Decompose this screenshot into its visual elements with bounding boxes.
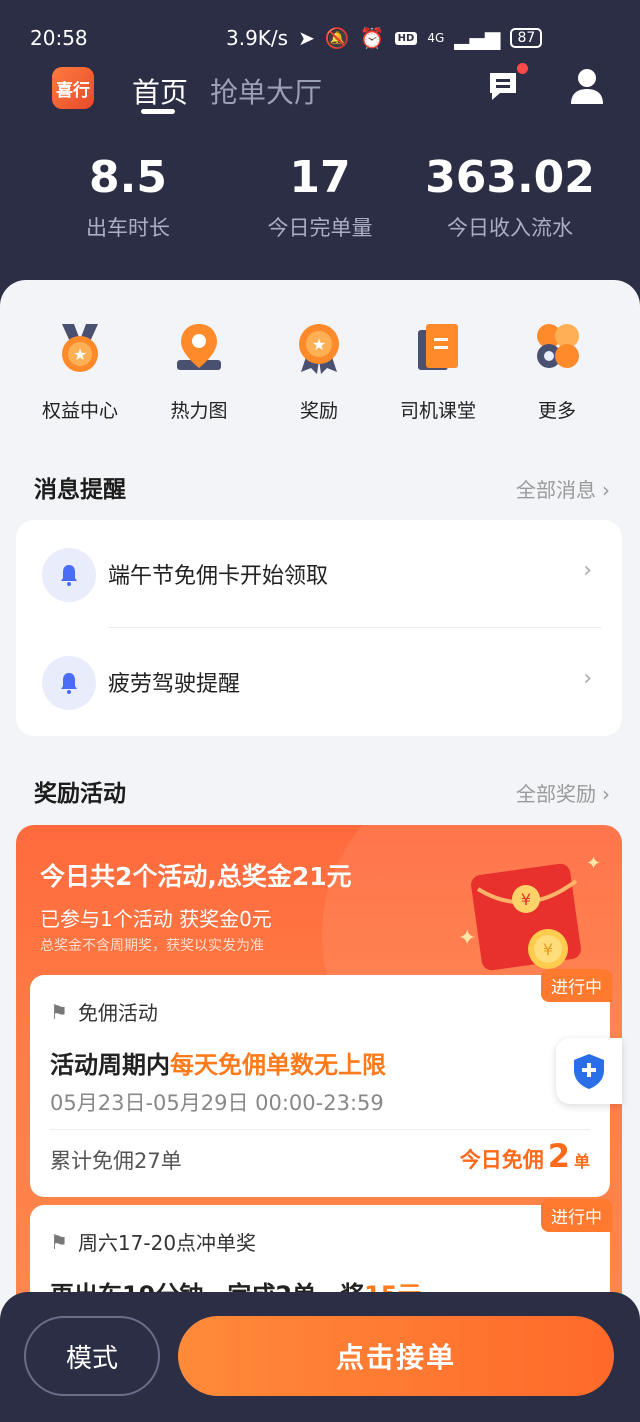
- all-messages-label: 全部消息: [516, 478, 596, 502]
- stat-value: 17: [289, 152, 351, 203]
- rewards-section-title: 奖励活动: [34, 781, 126, 807]
- signal-icon: ▂▄▆: [454, 26, 501, 50]
- location-icon: ➤: [298, 26, 315, 50]
- bottom-action-bar: 模式 点击接单: [0, 1292, 640, 1422]
- tab-active-indicator: [141, 109, 175, 114]
- svg-text:✦: ✦: [586, 853, 601, 874]
- status-badge: 进行中: [541, 969, 612, 1002]
- message-unread-dot: [517, 63, 528, 74]
- message-item[interactable]: 端午节免佣卡开始领取 ›: [16, 520, 622, 628]
- status-bar: 20:58 3.9K/s ➤ 🔕 ⏰ HD 4G ▂▄▆ 87: [0, 0, 640, 70]
- menu-benefits-center[interactable]: ★ 权益中心: [20, 320, 140, 423]
- quick-menu: ★ 权益中心 热力图 ★ 奖励 司机课堂 更多: [0, 320, 640, 430]
- activity-card-commission-free[interactable]: 进行中 ⚑ 免佣活动 活动周期内每天免佣单数无上限 05月23日-05月29日 …: [30, 969, 612, 1197]
- all-rewards-label: 全部奖励: [516, 782, 596, 806]
- stat-driving-hours[interactable]: 8.5 出车时长: [28, 150, 228, 242]
- tab-order-hall[interactable]: 抢单大厅: [210, 71, 322, 111]
- menu-heatmap[interactable]: 热力图: [139, 320, 259, 423]
- divider: [50, 1129, 590, 1130]
- menu-label: 权益中心: [41, 400, 118, 422]
- flag-icon: ⚑: [50, 999, 68, 1024]
- flag-icon: ⚑: [50, 1229, 68, 1254]
- activity-total: 累计免佣27单: [50, 1149, 182, 1173]
- rewards-note: 总奖金不含周期奖，获奖以实发为准: [40, 938, 264, 954]
- network-type: 4G: [427, 31, 445, 45]
- menu-label: 奖励: [299, 400, 338, 422]
- battery-icon: 87: [510, 28, 543, 48]
- stat-completed-orders[interactable]: 17 今日完单量: [220, 150, 420, 242]
- stat-label: 今日收入流水: [447, 216, 573, 240]
- svg-text:¥: ¥: [521, 890, 531, 909]
- menu-driver-class[interactable]: 司机课堂: [378, 320, 498, 423]
- red-envelope-icon: ¥ ¥ ✦ ✦: [458, 853, 601, 971]
- svg-text:✦: ✦: [458, 926, 476, 951]
- all-messages-link[interactable]: 全部消息 ›: [516, 474, 610, 503]
- status-time: 20:58: [30, 26, 88, 50]
- today-prefix: 今日免佣: [459, 1148, 544, 1172]
- more-icon: [537, 324, 579, 368]
- menu-label: 司机课堂: [399, 400, 476, 422]
- app-header: 喜行 首页 抢单大厅: [0, 63, 640, 125]
- menu-label: 更多: [537, 400, 576, 422]
- award-icon: ★: [299, 324, 339, 374]
- app-logo: 喜行: [52, 67, 94, 109]
- mute-icon: 🔕: [324, 26, 350, 50]
- shield-icon: [574, 1054, 604, 1089]
- stat-label: 今日完单量: [267, 216, 373, 240]
- tab-home[interactable]: 首页: [132, 71, 188, 111]
- activity-date: 05月23日-05月29日 00:00-23:59: [50, 1091, 384, 1115]
- message-icon[interactable]: [486, 69, 520, 103]
- alarm-icon: ⏰: [359, 26, 385, 50]
- chevron-right-icon: ›: [602, 782, 610, 806]
- messages-section-title: 消息提醒: [34, 477, 126, 503]
- stat-value: 363.02: [425, 152, 595, 203]
- activity-description: 活动周期内每天免佣单数无上限: [50, 1045, 386, 1080]
- activity-desc-prefix: 活动周期内: [50, 1051, 170, 1079]
- activity-today: 今日免佣 2 单: [460, 1137, 590, 1175]
- message-text: 端午节免佣卡开始领取: [108, 564, 329, 589]
- svg-text:★: ★: [312, 335, 326, 354]
- safety-shield-button[interactable]: [556, 1038, 622, 1104]
- book-icon: [418, 324, 458, 370]
- all-rewards-link[interactable]: 全部奖励 ›: [516, 778, 610, 807]
- network-speed: 3.9K/s: [226, 26, 289, 50]
- today-unit: 单: [573, 1152, 590, 1171]
- map-pin-icon: [177, 324, 221, 370]
- accept-order-button[interactable]: 点击接单: [178, 1316, 614, 1396]
- chevron-right-icon: ›: [602, 478, 610, 502]
- svg-text:★: ★: [73, 345, 87, 364]
- stat-label: 出车时长: [86, 216, 170, 240]
- rewards-summary: 今日共2个活动,总奖金21元: [40, 862, 352, 891]
- svg-text:¥: ¥: [543, 940, 553, 959]
- menu-rewards[interactable]: ★ 奖励: [259, 320, 379, 423]
- activity-name: 免佣活动: [77, 1001, 158, 1025]
- bell-icon: [42, 656, 96, 710]
- stat-income[interactable]: 363.02 今日收入流水: [410, 150, 610, 242]
- medal-icon: ★: [62, 324, 98, 372]
- menu-label: 热力图: [170, 400, 228, 422]
- status-badge: 进行中: [541, 1199, 612, 1232]
- activity-header: ⚑ 周六17-20点冲单奖: [50, 1227, 256, 1256]
- activity-desc-highlight: 每天免佣单数无上限: [170, 1051, 386, 1079]
- message-text: 疲劳驾驶提醒: [108, 672, 241, 697]
- hd-badge: HD: [394, 31, 418, 45]
- messages-card: 端午节免佣卡开始领取 › 疲劳驾驶提醒 ›: [16, 520, 622, 736]
- menu-more[interactable]: 更多: [497, 320, 617, 423]
- chevron-right-icon: ›: [583, 558, 592, 583]
- stat-value: 8.5: [89, 152, 167, 203]
- activity-name: 周六17-20点冲单奖: [77, 1231, 257, 1255]
- rewards-joined: 已参与1个活动 获奖金0元: [40, 907, 272, 931]
- status-indicators: 3.9K/s ➤ 🔕 ⏰ HD 4G ▂▄▆ 87: [226, 26, 543, 50]
- mode-button[interactable]: 模式: [24, 1316, 160, 1396]
- chevron-right-icon: ›: [583, 666, 592, 691]
- bell-icon: [42, 548, 96, 602]
- main-content: ★ 权益中心 热力图 ★ 奖励 司机课堂 更多 消息提醒 全部消息 › 端午节免…: [0, 280, 640, 1422]
- stats-panel: 8.5 出车时长 17 今日完单量 363.02 今日收入流水: [0, 150, 640, 260]
- user-profile-icon[interactable]: [570, 67, 604, 105]
- message-item[interactable]: 疲劳驾驶提醒 ›: [16, 628, 622, 736]
- activity-header: ⚑ 免佣活动: [50, 997, 158, 1026]
- today-count: 2: [547, 1137, 570, 1175]
